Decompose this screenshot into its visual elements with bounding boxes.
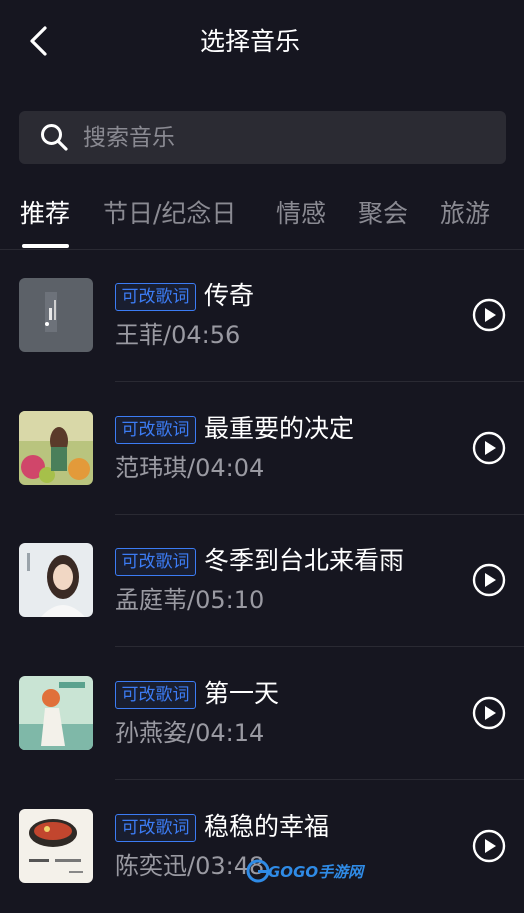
active-tab-indicator — [22, 244, 69, 248]
song-title: 最重要的决定 — [204, 414, 355, 443]
play-icon[interactable] — [472, 298, 506, 332]
page-title: 选择音乐 — [199, 27, 300, 56]
gogo-logo-icon — [246, 859, 270, 883]
tab-emotion[interactable]: 情感 — [276, 196, 326, 232]
search-bar[interactable] — [19, 111, 506, 164]
song-artist-duration: 孟庭苇/05:10 — [115, 586, 265, 614]
album-cover — [19, 676, 93, 750]
song-title: 冬季到台北来看雨 — [204, 546, 405, 575]
album-cover — [19, 278, 93, 352]
watermark-text: GOGO手游网 — [268, 863, 364, 881]
editable-lyrics-badge: 可改歌词 — [115, 416, 196, 444]
play-icon[interactable] — [472, 829, 506, 863]
song-title: 第一天 — [204, 679, 280, 708]
row-divider — [115, 381, 524, 382]
site-watermark: GOGO手游网 — [246, 858, 363, 888]
play-icon[interactable] — [472, 696, 506, 730]
song-item[interactable]: 可改歌词 冬季到台北来看雨 孟庭苇/05:10 — [0, 515, 524, 647]
editable-lyrics-badge: 可改歌词 — [115, 283, 196, 311]
album-cover — [19, 411, 93, 485]
category-tabs: 推荐 节日/纪念日 情感 聚会 旅游 — [0, 190, 524, 250]
search-input[interactable] — [83, 111, 483, 164]
song-title: 稳稳的幸福 — [204, 812, 330, 841]
row-divider — [115, 779, 524, 780]
song-item[interactable]: 可改歌词 第一天 孙燕姿/04:14 — [0, 648, 524, 780]
tab-travel[interactable]: 旅游 — [440, 196, 490, 232]
tab-holiday-anniversary[interactable]: 节日/纪念日 — [103, 196, 236, 232]
tab-party[interactable]: 聚会 — [358, 196, 408, 232]
song-artist-duration: 孙燕姿/04:14 — [115, 719, 265, 747]
song-title: 传奇 — [204, 281, 255, 310]
song-item[interactable]: 可改歌词 最重要的决定 范玮琪/04:04 — [0, 383, 524, 515]
header-bar: 选择音乐 — [0, 0, 524, 86]
search-icon — [41, 124, 68, 151]
song-artist-duration: 陈奕迅/03:48 — [115, 852, 265, 880]
song-artist-duration: 范玮琪/04:04 — [115, 454, 265, 482]
play-icon[interactable] — [472, 563, 506, 597]
play-icon[interactable] — [472, 431, 506, 465]
album-cover — [19, 809, 93, 883]
album-cover — [19, 543, 93, 617]
song-artist-duration: 王菲/04:56 — [115, 321, 241, 349]
tab-recommended[interactable]: 推荐 — [20, 196, 70, 232]
editable-lyrics-badge: 可改歌词 — [115, 548, 196, 576]
song-item[interactable]: 可改歌词 稳稳的幸福 陈奕迅/03:48 — [0, 781, 524, 913]
editable-lyrics-badge: 可改歌词 — [115, 681, 196, 709]
editable-lyrics-badge: 可改歌词 — [115, 814, 196, 842]
song-item[interactable]: 可改歌词 传奇 王菲/04:56 — [0, 250, 524, 382]
row-divider — [115, 646, 524, 647]
